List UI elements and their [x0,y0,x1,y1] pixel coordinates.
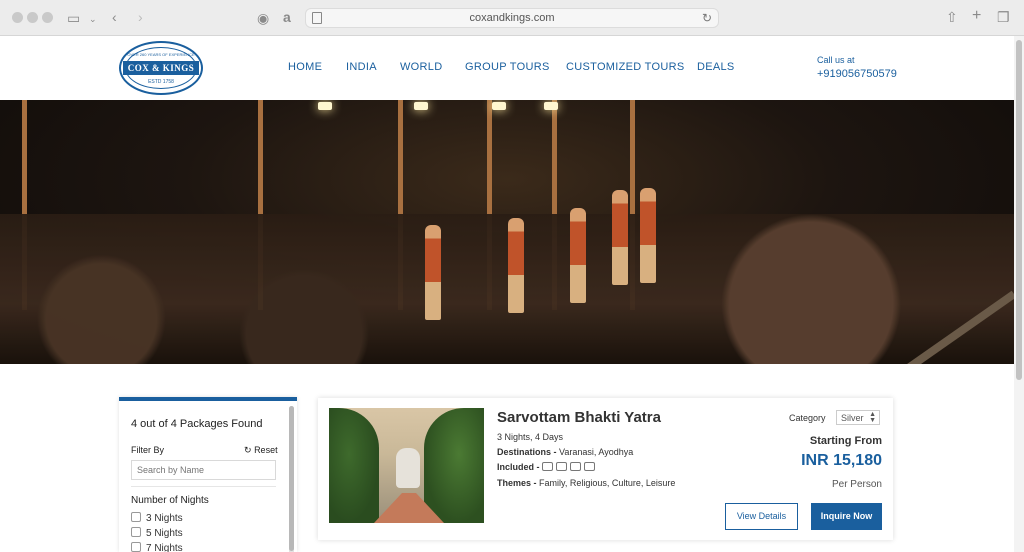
themes-value: Family, Religious, Culture, Leisure [539,478,676,488]
nav-group-tours[interactable]: GROUP TOURS [465,61,550,73]
refresh-icon: ↻ [244,445,252,455]
checkbox[interactable] [131,512,141,522]
close-window-button[interactable] [12,12,23,23]
photo-tree [329,408,379,523]
url-text: coxandkings.com [469,12,555,24]
nav-home[interactable]: HOME [288,61,322,73]
filter-scrollbar[interactable] [289,406,294,552]
filter-divider [131,486,276,487]
new-tab-icon[interactable]: + [972,8,981,24]
nav-customized-tours[interactable]: CUSTOMIZED TOURS [566,61,684,73]
sightseeing-icon [556,462,568,471]
nav-world[interactable]: WORLD [400,61,442,73]
logo-est: ESTD 1758 [148,79,174,85]
phone-link[interactable]: +919056750579 [817,68,897,80]
translate-icon[interactable]: a [283,10,291,24]
call-label: Call us at [817,55,855,65]
logo-tagline: OVER 260 YEARS OF EXPERIENCE [127,52,195,57]
package-title[interactable]: Sarvottam Bhakti Yatra [497,409,661,426]
reset-button[interactable]: ↻ Reset [244,445,278,456]
reload-icon[interactable]: ↻ [702,11,712,25]
chevron-down-icon[interactable]: ⌄ [89,12,97,26]
hero-priest [508,218,524,313]
destinations-label: Destinations - [497,447,557,457]
tab-overview-icon[interactable]: ❐ [997,10,1010,24]
starting-from-label: Starting From [809,435,882,447]
forward-icon[interactable]: › [138,10,143,24]
minimize-window-button[interactable] [27,12,38,23]
checkbox[interactable] [131,527,141,537]
included-icons [542,462,598,473]
site-header: OVER 260 YEARS OF EXPERIENCE COX & KINGS… [0,36,1014,100]
view-details-button[interactable]: View Details [725,503,798,530]
hero-priest [425,225,441,320]
filter-panel: 4 out of 4 Packages Found Filter By ↻ Re… [119,397,297,552]
hero-banner-image [0,100,1014,364]
filter-scrollbar-thumb[interactable] [289,406,294,551]
nights-option-label: 7 Nights [146,543,183,552]
browser-toolbar: ▭ ⌄ ‹ › ◉ a coxandkings.com ↻ ⇧ + ❐ [0,0,1024,36]
hero-lamp [544,102,558,110]
photo-tree [424,408,484,523]
reset-label: Reset [254,445,278,455]
page-scrollbar-thumb[interactable] [1016,40,1022,380]
category-label: Category [789,413,826,423]
hero-lamp [414,102,428,110]
hotel-icon [542,462,554,471]
camera-icon [570,462,582,471]
inquire-now-button[interactable]: Inquire Now [811,503,882,530]
share-icon[interactable]: ⇧ [946,10,958,24]
address-bar[interactable]: coxandkings.com ↻ [305,8,719,28]
package-price: INR 15,180 [801,452,882,469]
package-destinations: Destinations - Varanasi, Ayodhya [497,447,633,457]
sidebar-icon[interactable]: ▭ [67,11,80,25]
search-by-name-input[interactable] [131,460,276,480]
extension-icon[interactable]: ◉ [257,11,269,25]
nights-option-label: 5 Nights [146,528,183,539]
checkbox[interactable] [131,542,141,552]
nights-option-7[interactable]: 7 Nights [131,542,183,552]
per-person-label: Per Person [831,479,882,490]
package-card: Sarvottam Bhakti Yatra 3 Nights, 4 Days … [318,398,893,540]
car-icon [584,462,596,471]
themes-label: Themes - [497,478,537,488]
nav-india[interactable]: INDIA [346,61,377,73]
hero-priest [640,188,656,283]
category-select[interactable]: Silver ▲ ▼ [836,410,880,425]
cox-and-kings-logo[interactable]: OVER 260 YEARS OF EXPERIENCE COX & KINGS… [119,41,203,95]
number-of-nights-heading: Number of Nights [131,495,209,506]
back-icon[interactable]: ‹ [112,10,117,24]
hero-priest [612,190,628,285]
package-duration: 3 Nights, 4 Days [497,432,564,442]
zoom-window-button[interactable] [42,12,53,23]
package-included: Included - [497,462,598,473]
filter-by-label: Filter By [131,445,165,455]
nav-deals[interactable]: DEALS [697,61,735,73]
included-label: Included - [497,462,540,472]
logo-text: COX & KINGS [123,61,199,75]
page-scrollbar[interactable] [1014,36,1024,552]
nights-option-3[interactable]: 3 Nights [131,512,183,524]
select-arrows-icon: ▲ ▼ [869,411,876,424]
hero-lamp [492,102,506,110]
hero-crowd [0,214,1014,364]
package-themes: Themes - Family, Religious, Culture, Lei… [497,478,675,488]
destinations-value: Varanasi, Ayodhya [559,447,634,457]
photo-statue [396,448,420,488]
packages-found-count: 4 out of 4 Packages Found [131,418,263,430]
hero-lamp [318,102,332,110]
category-value: Silver [841,413,864,423]
nights-option-5[interactable]: 5 Nights [131,527,183,539]
nights-option-label: 3 Nights [146,513,183,524]
package-photo[interactable] [329,408,484,523]
hero-priest [570,208,586,303]
